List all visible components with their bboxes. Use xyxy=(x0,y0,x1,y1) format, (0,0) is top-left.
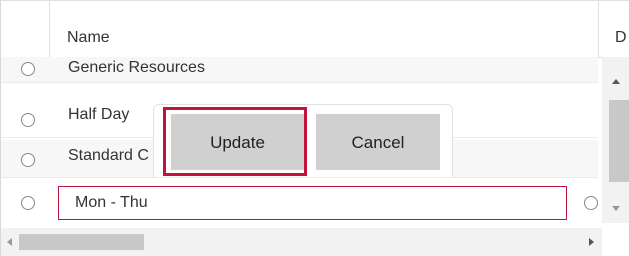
scroll-right-icon[interactable] xyxy=(589,238,594,246)
row-radio[interactable] xyxy=(21,196,35,210)
grid-header: Name D xyxy=(1,0,629,58)
row-radio[interactable] xyxy=(21,153,35,167)
select-column-header xyxy=(1,1,50,57)
table-row[interactable]: Generic Resources xyxy=(1,57,598,83)
scroll-left-icon[interactable] xyxy=(7,238,12,246)
row-label: Standard C xyxy=(68,147,149,164)
scroll-up-icon[interactable] xyxy=(612,79,620,84)
row-label: Generic Resources xyxy=(68,59,205,76)
cancel-button[interactable]: Cancel xyxy=(316,114,440,170)
name-edit-input[interactable] xyxy=(58,186,567,220)
vertical-scroll-thumb[interactable] xyxy=(609,100,629,182)
row-radio-next-column[interactable] xyxy=(584,196,598,210)
update-focus-ring xyxy=(163,107,307,176)
row-radio[interactable] xyxy=(21,113,35,127)
row-radio[interactable] xyxy=(21,62,35,76)
horizontal-scroll-thumb[interactable] xyxy=(19,234,144,250)
scroll-down-icon[interactable] xyxy=(612,206,620,211)
row-label: Half Day xyxy=(68,106,130,123)
column-header-next[interactable]: D xyxy=(615,1,627,57)
column-divider xyxy=(598,1,599,57)
schedule-grid: Name D Generic Resources Half Day Standa… xyxy=(0,0,629,256)
column-header-name[interactable]: Name xyxy=(67,1,110,57)
